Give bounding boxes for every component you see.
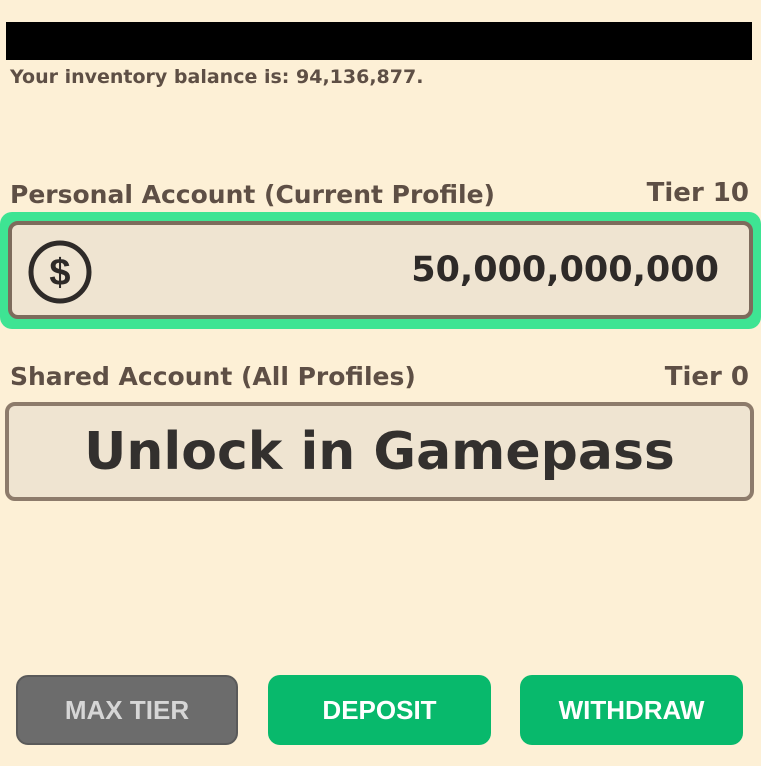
redacted-header-bar	[6, 22, 752, 60]
deposit-button[interactable]: DEPOSIT	[268, 675, 491, 745]
inventory-balance-text: Your inventory balance is: 94,136,877.	[10, 66, 424, 88]
personal-account-tier: Tier 10	[646, 178, 749, 208]
shared-account-label: Shared Account (All Profiles)	[10, 362, 416, 391]
withdraw-button[interactable]: WITHDRAW	[520, 675, 743, 745]
personal-account-label: Personal Account (Current Profile)	[10, 180, 495, 209]
svg-text:$: $	[49, 252, 70, 294]
max-tier-button[interactable]: MAX TIER	[16, 675, 238, 745]
shared-account-unlock-button[interactable]: Unlock in Gamepass	[5, 402, 754, 501]
personal-account-box[interactable]: $ 50,000,000,000	[8, 221, 753, 319]
dollar-coin-icon: $	[28, 240, 92, 304]
shared-account-tier: Tier 0	[664, 362, 749, 392]
unlock-gamepass-text: Unlock in Gamepass	[84, 421, 675, 482]
personal-account-amount: 50,000,000,000	[411, 250, 719, 290]
